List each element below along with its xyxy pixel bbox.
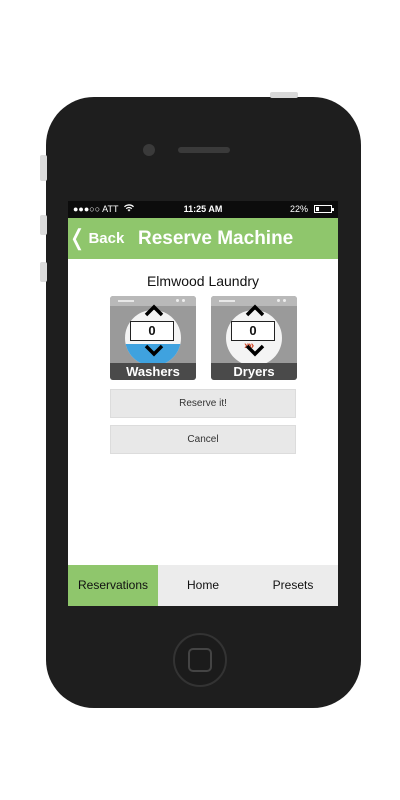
panel-dot [182,299,185,302]
washer-increment-arrow-icon[interactable] [143,303,165,317]
tab-presets[interactable]: Presets [248,565,338,606]
volume-down-button [40,262,47,282]
page-title: Reserve Machine [138,228,294,249]
dryer-decrement-arrow-icon[interactable] [244,344,266,358]
reserve-button[interactable]: Reserve it! [110,389,296,418]
dryer-count[interactable]: 0 [231,321,275,341]
mute-switch [40,155,47,181]
front-camera [143,144,155,156]
washer-count[interactable]: 0 [130,321,174,341]
tab-reservations[interactable]: Reservations [68,565,158,606]
battery-percent: 22% [289,204,308,214]
panel-dot [283,299,286,302]
home-button[interactable] [173,633,227,687]
battery-icon [314,205,334,213]
washer-label: Washers [110,363,196,380]
back-label: Back [88,229,125,247]
app-screen: ●●●○○ ATT 11:25 AM 22% ❬ Back Reserve Ma… [68,201,338,606]
power-button [270,92,298,98]
nav-bar: ❬ Back Reserve Machine [68,218,338,259]
location-name: Elmwood Laundry [146,273,260,289]
dryer-selector: »» 0 Dryers [211,296,297,380]
cancel-button[interactable]: Cancel [110,425,296,454]
back-button[interactable]: ❬ Back [68,226,124,250]
panel-dot [176,299,179,302]
dryer-label: Dryers [211,363,297,380]
dryer-increment-arrow-icon[interactable] [244,303,266,317]
earpiece-speaker [178,147,230,153]
volume-up-button [40,215,47,235]
washer-decrement-arrow-icon[interactable] [143,344,165,358]
panel-slot [219,300,235,302]
washer-selector: 0 Washers [110,296,196,380]
tab-home[interactable]: Home [158,565,248,606]
chevron-left-icon: ❬ [68,225,87,250]
panel-slot [118,300,134,302]
panel-dot [277,299,280,302]
status-bar: ●●●○○ ATT 11:25 AM 22% [68,201,338,218]
tab-bar: Reservations Home Presets [68,565,338,606]
